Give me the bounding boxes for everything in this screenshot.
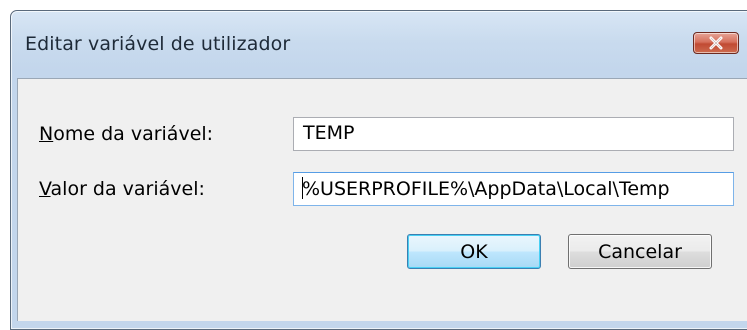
variable-value-label: Valor da variável: <box>39 178 205 200</box>
dialog-title: Editar variável de utilizador <box>25 33 291 55</box>
close-button[interactable] <box>693 32 739 54</box>
variable-value-label-text: alor da variável: <box>50 178 205 200</box>
ok-button-label: OK <box>460 240 488 263</box>
ok-button[interactable]: OK <box>407 234 541 269</box>
variable-name-label-accelerator: N <box>39 123 54 145</box>
variable-name-label: Nome da variável: <box>39 123 213 145</box>
dialog-client-area: Nome da variável: TEMP Valor da variável… <box>17 78 747 321</box>
variable-name-field[interactable]: TEMP <box>293 117 734 151</box>
variable-value-value: %USERPROFILE%\AppData\Local\Temp <box>302 178 670 200</box>
close-icon <box>709 36 723 50</box>
cancel-button-label: Cancelar <box>598 240 682 263</box>
cancel-button[interactable]: Cancelar <box>568 234 712 269</box>
variable-name-label-text: ome da variável: <box>53 123 214 145</box>
screen: Editar variável de utilizador Nome da va… <box>0 0 747 330</box>
variable-value-field[interactable]: %USERPROFILE%\AppData\Local\Temp <box>293 172 734 206</box>
variable-name-value: TEMP <box>303 122 355 144</box>
variable-value-label-accelerator: V <box>39 178 51 200</box>
